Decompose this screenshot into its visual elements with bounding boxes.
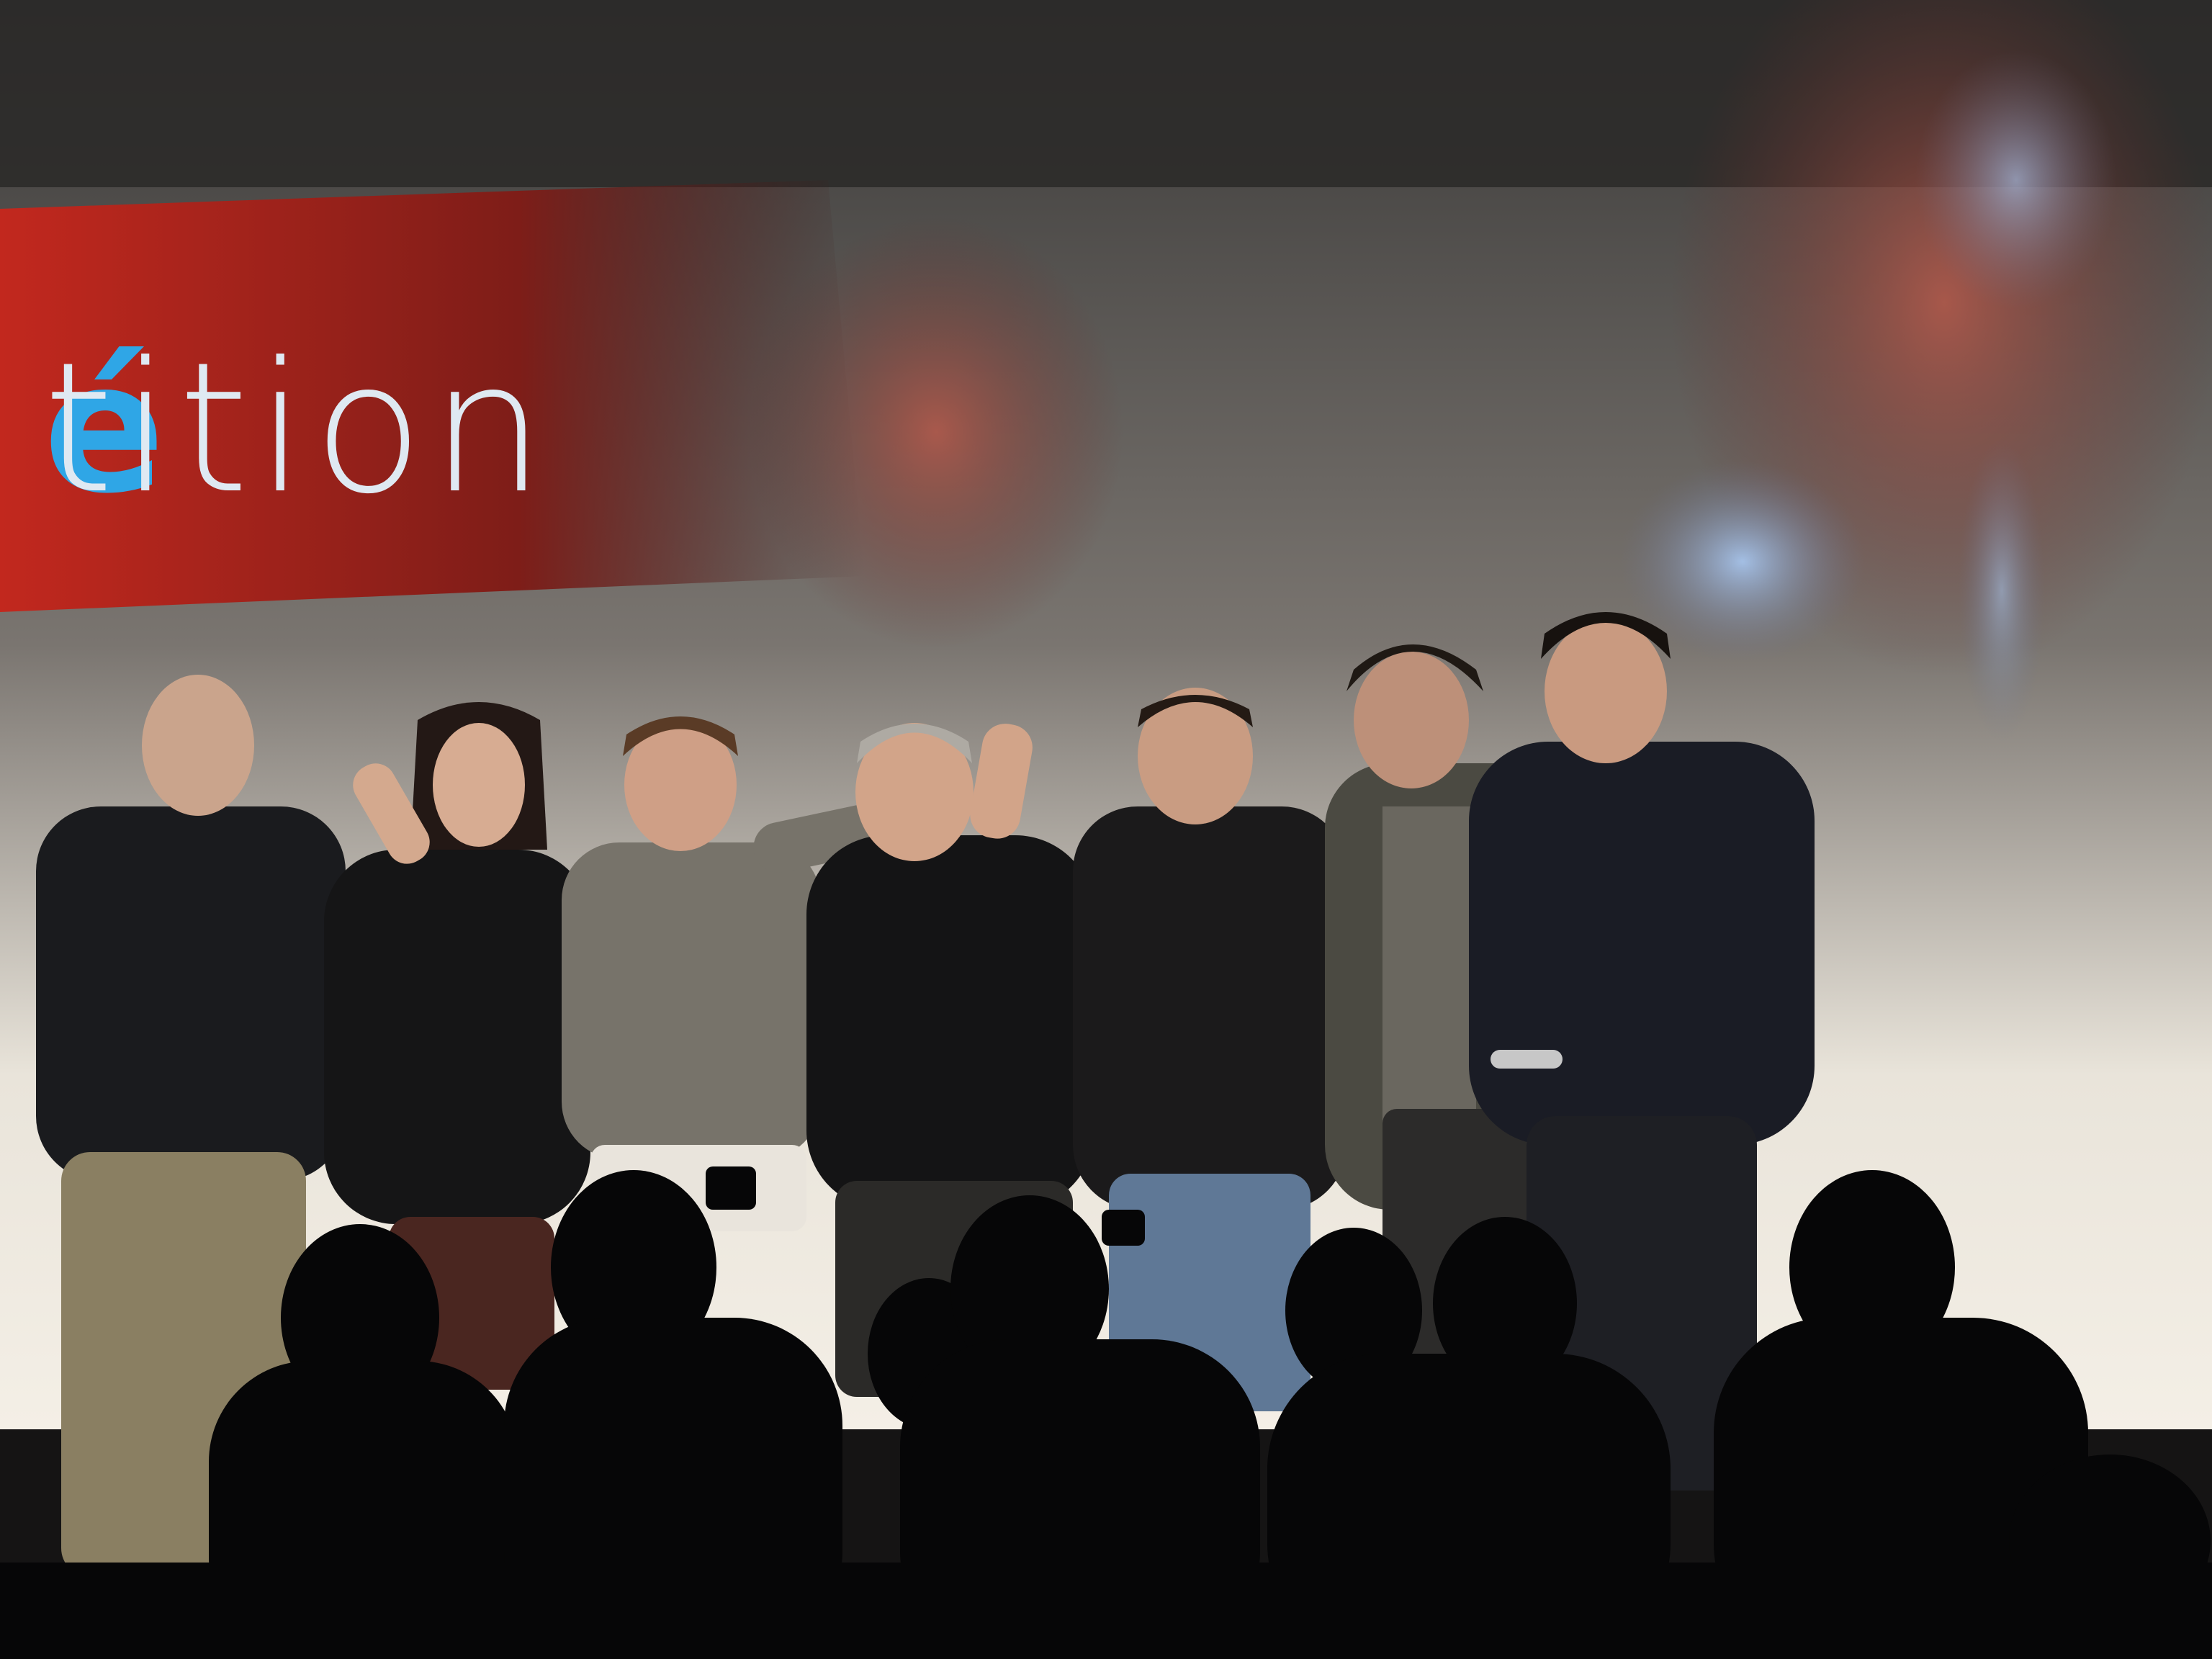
screen-title-text: é tition xyxy=(0,310,547,547)
stage-photo: é tition xyxy=(0,0,2212,1659)
screen-title-rest: tition xyxy=(43,323,552,533)
microphone-icon xyxy=(1491,1050,1563,1069)
stage-scene-drawing xyxy=(0,0,2212,1659)
audience-silhouettes xyxy=(0,1166,2212,1659)
